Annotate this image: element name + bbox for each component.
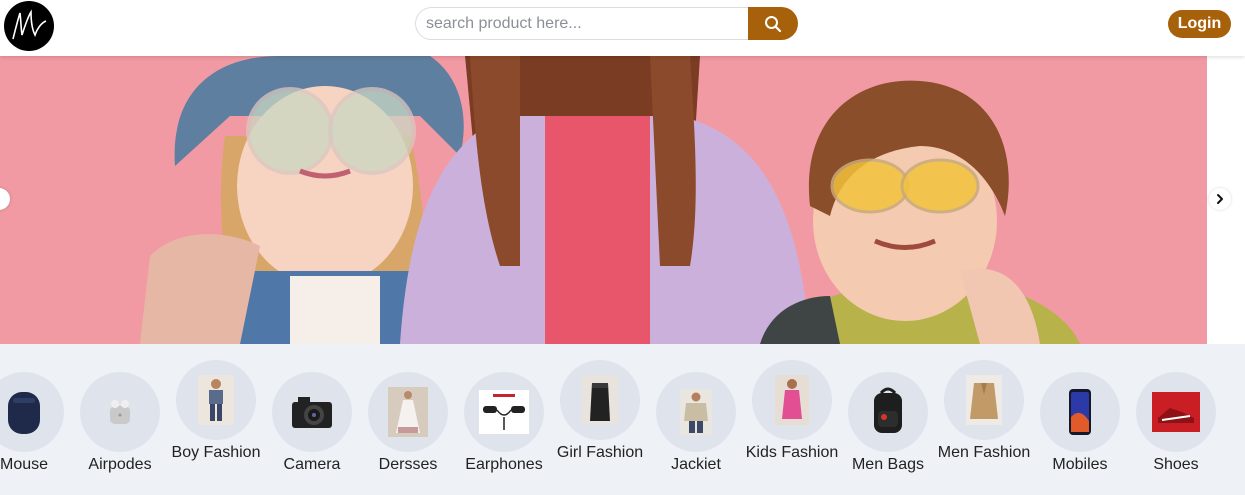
chevron-right-icon <box>1217 194 1223 204</box>
category-label: Dersses <box>378 456 438 473</box>
kids-fashion-product-icon <box>775 375 809 425</box>
category-men-bags[interactable]: Men Bags <box>840 344 936 495</box>
category-girl-fashion[interactable]: Girl Fashion <box>552 344 648 495</box>
men-fashion-product-icon <box>966 375 1002 425</box>
shoe-product-icon <box>1152 392 1200 432</box>
search-icon <box>765 15 782 32</box>
search-bar <box>415 7 798 40</box>
category-label: Boy Fashion <box>171 444 261 461</box>
camera-product-icon <box>292 397 332 428</box>
category-circle <box>464 372 544 452</box>
category-circle <box>752 360 832 440</box>
category-strip: Mouse Airpodes Boy Fashion Camera Dersse… <box>0 344 1245 495</box>
category-airpodes[interactable]: Airpodes <box>72 344 168 495</box>
category-label: Mouse <box>0 456 49 473</box>
category-mobiles[interactable]: Mobiles <box>1032 344 1128 495</box>
category-label: Men Bags <box>851 456 925 473</box>
category-label: Kids Fashion <box>745 444 839 461</box>
category-label: Mobiles <box>1052 456 1108 473</box>
category-kids-fashion[interactable]: Kids Fashion <box>744 344 840 495</box>
login-button[interactable]: Login <box>1168 10 1231 38</box>
category-boy-fashion[interactable]: Boy Fashion <box>168 344 264 495</box>
search-input[interactable] <box>415 7 748 40</box>
category-jackiet[interactable]: Jackiet <box>648 344 744 495</box>
earphones-product-icon <box>479 390 529 434</box>
boy-fashion-product-icon <box>198 375 234 425</box>
category-circle <box>0 372 64 452</box>
search-button[interactable] <box>748 7 798 40</box>
category-camera[interactable]: Camera <box>264 344 360 495</box>
banner-slider <box>0 56 1245 344</box>
header: Login <box>0 0 1245 56</box>
category-circle <box>176 360 256 440</box>
category-circle <box>656 372 736 452</box>
category-label: Earphones <box>465 456 543 473</box>
category-label: Men Fashion <box>937 444 1031 461</box>
category-circle <box>944 360 1024 440</box>
backpack-product-icon <box>874 387 902 433</box>
girl-fashion-product-icon <box>582 375 618 425</box>
mouse-product-icon <box>8 392 40 434</box>
category-earphones[interactable]: Earphones <box>456 344 552 495</box>
slider-next-button[interactable] <box>1209 188 1231 210</box>
category-label: Girl Fashion <box>556 444 644 461</box>
category-label: Airpodes <box>88 456 152 473</box>
signature-logo-icon[interactable] <box>4 1 54 51</box>
category-circle <box>560 360 640 440</box>
category-men-fashion[interactable]: Men Fashion <box>936 344 1032 495</box>
category-circle <box>1040 372 1120 452</box>
category-circle <box>272 372 352 452</box>
dress-product-icon <box>388 387 428 437</box>
category-mouse[interactable]: Mouse <box>0 344 72 495</box>
jacket-product-icon <box>680 389 712 435</box>
airpods-product-icon <box>110 400 130 424</box>
category-label: Camera <box>283 456 341 473</box>
category-dersses[interactable]: Dersses <box>360 344 456 495</box>
category-shoes[interactable]: Shoes <box>1128 344 1224 495</box>
category-label: Shoes <box>1153 456 1199 473</box>
category-circle <box>1136 372 1216 452</box>
kids-fashion-banner-photo <box>0 56 1207 344</box>
mobile-phone-product-icon <box>1069 389 1091 435</box>
category-circle <box>848 372 928 452</box>
category-circle <box>368 372 448 452</box>
category-label: Jackiet <box>671 456 721 473</box>
category-circle <box>80 372 160 452</box>
